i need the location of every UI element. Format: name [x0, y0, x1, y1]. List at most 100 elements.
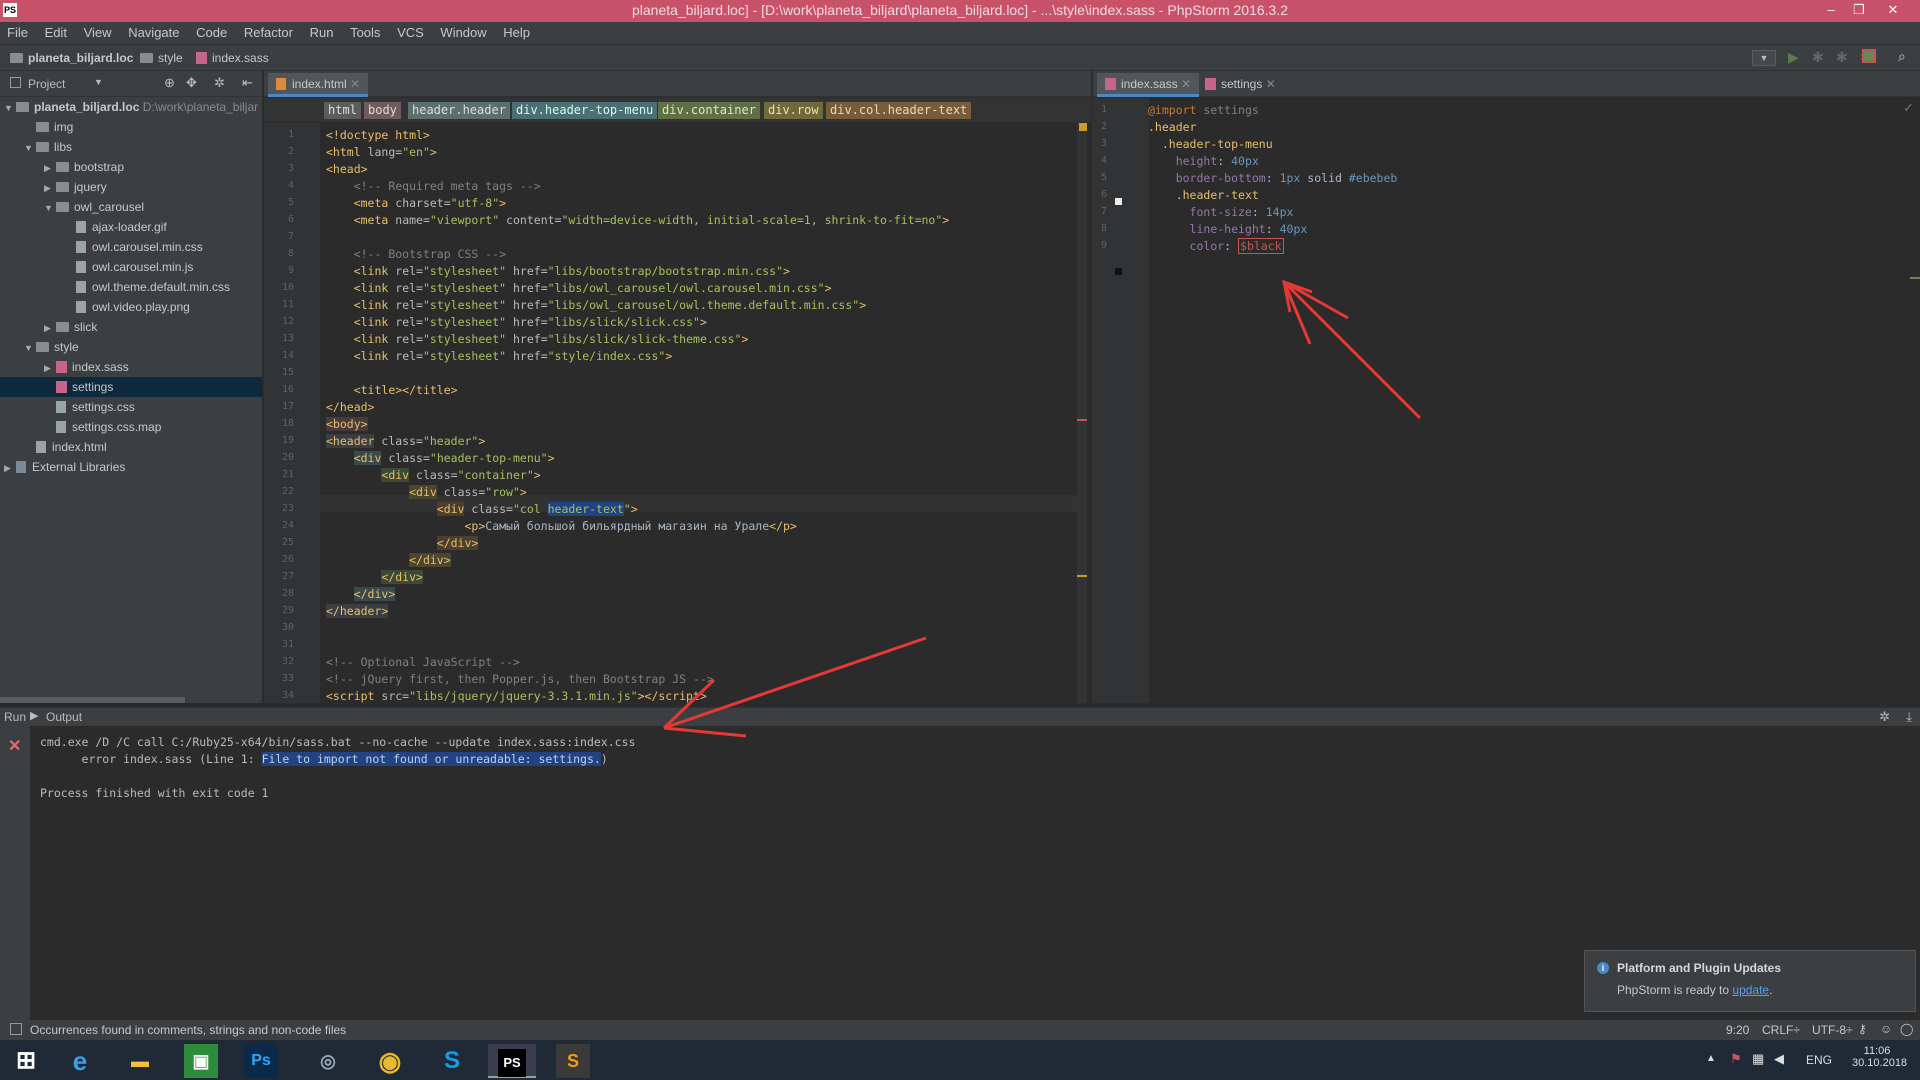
horizontal-scrollbar[interactable] — [0, 697, 185, 703]
tag-crumb-body[interactable]: body — [364, 102, 401, 119]
menu-tools[interactable]: Tools — [343, 22, 386, 40]
event-log-icon[interactable]: ◯ — [1900, 1022, 1913, 1036]
tool-window-icon[interactable] — [10, 1023, 22, 1035]
skype-icon[interactable]: S — [430, 1044, 474, 1078]
chevron-down-icon[interactable]: ▼ — [94, 77, 103, 87]
tree-item[interactable]: ▼ owl_carousel — [44, 197, 144, 217]
run-icon[interactable]: ▶ — [1788, 49, 1799, 66]
tree-item[interactable]: ▶ index.sass — [44, 357, 129, 377]
tree-item[interactable]: ▼ style — [24, 337, 79, 357]
tag-crumb-row[interactable]: div.row — [764, 102, 823, 119]
tree-root[interactable]: ▼ planeta_biljard.loc D:\work\planeta_bil… — [4, 97, 258, 117]
close-tab-icon[interactable]: ✕ — [1266, 77, 1276, 91]
menu-file[interactable]: File — [0, 22, 34, 40]
file-encoding[interactable]: UTF-8÷ — [1812, 1023, 1853, 1037]
close-icon[interactable]: ✕ — [1880, 0, 1906, 22]
tree-item[interactable]: owl.carousel.min.js — [64, 257, 193, 277]
tree-item[interactable]: ajax-loader.gif — [64, 217, 167, 237]
close-tab-icon[interactable]: ✕ — [1181, 77, 1191, 91]
tree-item[interactable]: ▶ jquery — [44, 177, 107, 197]
expand-arrow-icon[interactable]: ▶ — [44, 318, 56, 338]
clock[interactable]: 11:06 30.10.2018 — [1852, 1045, 1907, 1069]
tree-item[interactable]: settings.css.map — [44, 417, 161, 437]
tray-flag-icon[interactable]: ⚑ — [1730, 1051, 1742, 1067]
file-explorer-icon[interactable]: ▬ — [118, 1044, 162, 1078]
cortana-icon[interactable]: ◎ — [306, 1044, 350, 1078]
expand-arrow-icon[interactable]: ▶ — [44, 158, 56, 178]
chrome-icon[interactable]: ◉ — [368, 1044, 412, 1078]
store-icon[interactable]: ▣ — [184, 1044, 218, 1078]
hide-icon[interactable]: ⇤ — [242, 75, 253, 91]
gear-icon[interactable]: ✲ — [214, 75, 225, 91]
line-separator[interactable]: CRLF÷ — [1762, 1023, 1800, 1037]
menu-edit[interactable]: Edit — [38, 22, 73, 40]
tab-settings[interactable]: settings ✕ — [1197, 73, 1284, 97]
hector-icon[interactable]: ☺ — [1880, 1022, 1892, 1036]
menu-vcs[interactable]: VCS — [390, 22, 430, 40]
expand-arrow-icon[interactable]: ▶ — [4, 458, 16, 478]
breadcrumb-style[interactable]: style — [140, 51, 183, 65]
error-stripe[interactable] — [1077, 419, 1087, 421]
phpstorm-taskbar-icon[interactable]: PS — [488, 1044, 536, 1078]
coverage-icon[interactable]: ✱ — [1836, 49, 1848, 66]
sass-code[interactable]: @import settings .header .header-top-men… — [1148, 102, 1397, 255]
expand-arrow-icon[interactable]: ▶ — [44, 178, 56, 198]
run-config-dropdown[interactable]: ▼ — [1752, 50, 1776, 66]
error-close-icon[interactable]: ✕ — [8, 736, 21, 756]
vcs-icon[interactable] — [1862, 49, 1876, 63]
project-view-label[interactable]: Project — [28, 77, 65, 91]
tree-item[interactable]: settings.css — [44, 397, 135, 417]
search-icon[interactable]: ⌕ — [1898, 48, 1906, 65]
tab-index-sass[interactable]: index.sass ✕ — [1097, 73, 1200, 97]
hide-panel-icon[interactable]: ⤓ — [1906, 709, 1912, 725]
sync-icon[interactable]: ⊕ — [164, 75, 175, 91]
menu-run[interactable]: Run — [303, 22, 340, 40]
breadcrumb-project[interactable]: planeta_biljard.loc — [10, 51, 133, 65]
windows-start-icon[interactable]: ⊞ — [4, 1044, 48, 1078]
tray-arrow-icon[interactable]: ▲ — [1706, 1053, 1716, 1064]
tag-crumb-top-menu[interactable]: div.header-top-menu — [512, 102, 658, 119]
photoshop-icon[interactable]: Ps — [244, 1044, 278, 1078]
tree-item[interactable]: index.html — [24, 437, 107, 457]
lock-icon[interactable]: ⚷ — [1858, 1022, 1867, 1036]
input-language[interactable]: ENG — [1806, 1053, 1832, 1067]
maximize-icon[interactable]: ❐ — [1846, 0, 1872, 22]
tree-item[interactable]: owl.theme.default.min.css — [64, 277, 230, 297]
update-link[interactable]: update — [1732, 983, 1769, 997]
menu-window[interactable]: Window — [433, 22, 492, 40]
internet-explorer-icon[interactable]: e — [58, 1044, 102, 1078]
warning-marker-icon[interactable] — [1079, 123, 1087, 131]
menu-refactor[interactable]: Refactor — [237, 22, 299, 40]
warning-stripe[interactable] — [1077, 575, 1087, 577]
minimize-icon[interactable]: – — [1818, 0, 1844, 22]
tree-item[interactable]: owl.video.play.png — [64, 297, 190, 317]
tree-item[interactable]: img — [24, 117, 73, 137]
tag-crumb-container[interactable]: div.container — [658, 102, 760, 119]
network-icon[interactable]: ▦ — [1752, 1051, 1764, 1067]
tree-item[interactable]: ▶ External Libraries — [4, 457, 125, 477]
expand-arrow-icon[interactable]: ▼ — [44, 198, 56, 218]
code-area-left[interactable]: <!doctype html> <html lang="en"> <head> … — [264, 123, 1091, 703]
gear-icon[interactable]: ✲ — [1879, 709, 1890, 725]
sublime-icon[interactable]: S — [556, 1044, 590, 1078]
tag-crumb-header[interactable]: header.header — [408, 102, 510, 119]
caret-position[interactable]: 9:20 — [1726, 1023, 1749, 1037]
menu-help[interactable]: Help — [496, 22, 536, 40]
menu-navigate[interactable]: Navigate — [121, 22, 185, 40]
vertical-scrollbar[interactable] — [1077, 123, 1087, 703]
menu-view[interactable]: View — [77, 22, 118, 40]
volume-icon[interactable]: ◀ — [1774, 1051, 1784, 1067]
menu-code[interactable]: Code — [189, 22, 233, 40]
tree-item[interactable]: settings — [0, 377, 262, 397]
debug-icon[interactable]: ✱ — [1812, 49, 1824, 66]
tag-crumb-html[interactable]: html — [324, 102, 361, 119]
expand-arrow-icon[interactable]: ▶ — [44, 358, 56, 378]
expand-arrow-icon[interactable]: ▼ — [24, 138, 36, 158]
expand-arrow-icon[interactable]: ▼ — [24, 338, 36, 358]
tag-crumb-col[interactable]: div.col.header-text — [826, 102, 972, 119]
close-tab-icon[interactable]: ✕ — [350, 77, 360, 91]
tree-item[interactable]: ▶ bootstrap — [44, 157, 124, 177]
tree-item[interactable]: ▶ slick — [44, 317, 97, 337]
tab-index-html[interactable]: index.html ✕ — [268, 73, 369, 97]
tree-item[interactable]: ▼ libs — [24, 137, 72, 157]
